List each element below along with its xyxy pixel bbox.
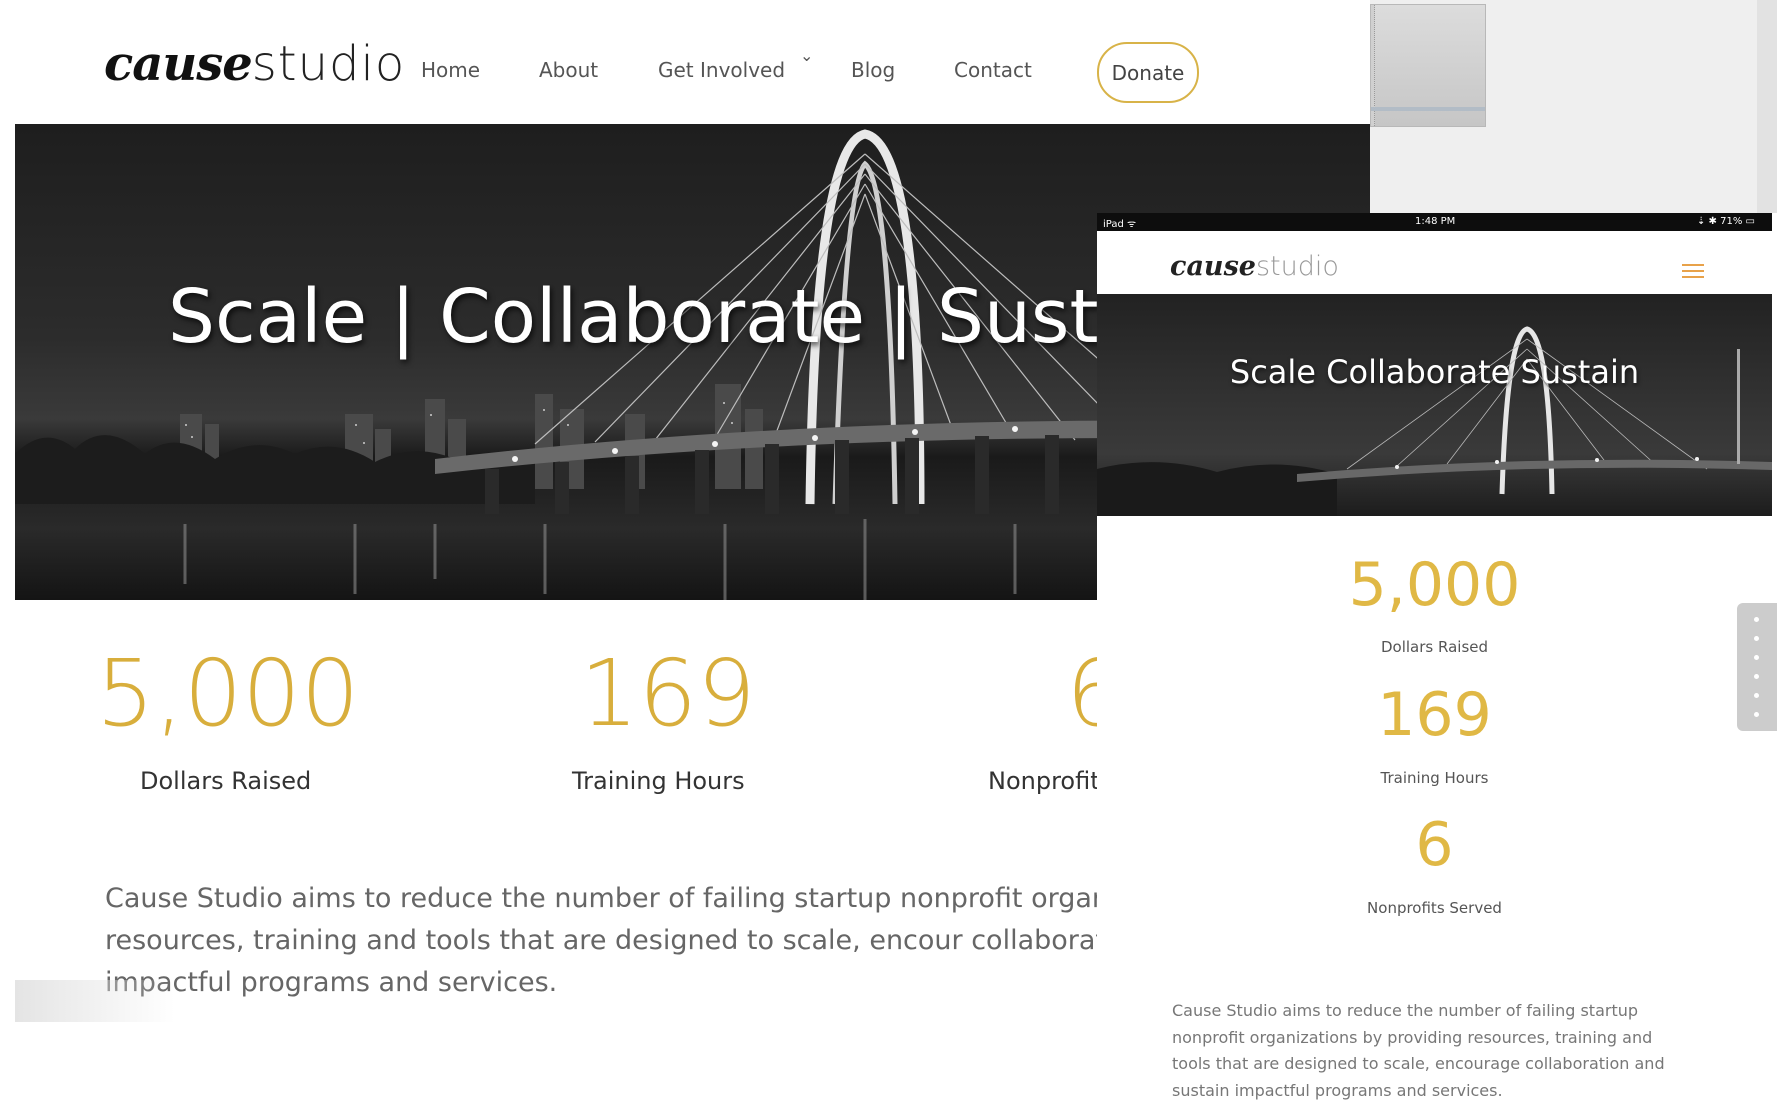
ipad-logo-bold-text: cause: [1170, 251, 1256, 282]
nav-about[interactable]: About: [539, 58, 598, 82]
ipad-hero-banner: Scale Collaborate Sustain: [1097, 294, 1772, 516]
hero-title: Scale | Collaborate | Sustai: [168, 274, 1165, 360]
ios-status-bar: iPad ᯤ 1:48 PM ⇣ ✱ 71% ▭: [1097, 213, 1772, 231]
stat-dollars-value: 5,000: [96, 640, 360, 747]
window-fragment: [1370, 4, 1486, 127]
logo-bold-text: cause: [104, 36, 253, 92]
ipad-stat-hours-label: Training Hours: [1380, 769, 1489, 787]
shadow-fade: [15, 980, 175, 1022]
nav-home[interactable]: Home: [421, 58, 480, 82]
nav-blog[interactable]: Blog: [851, 58, 895, 82]
stat-hours-value: 169: [580, 640, 756, 747]
ipad-stat-dollars-label: Dollars Raised: [1380, 638, 1489, 656]
ipad-bridge-image: [1097, 326, 1772, 516]
nav-contact[interactable]: Contact: [954, 58, 1032, 82]
ipad-stat-dollars-value: 5,000: [1348, 550, 1521, 620]
status-time: 1:48 PM: [1415, 216, 1456, 227]
status-device: iPad ᯤ: [1103, 219, 1137, 230]
chevron-down-icon[interactable]: ⌄: [800, 46, 813, 65]
ipad-header: causestudio: [1097, 231, 1772, 294]
ipad-mission-description: Cause Studio aims to reduce the number o…: [1172, 1001, 1665, 1100]
ipad-stat-nonprofits-label: Nonprofits Served: [1367, 899, 1502, 917]
ipad-hero-title: Scale Collaborate Sustain: [1229, 353, 1640, 391]
stat-dollars-label: Dollars Raised: [140, 767, 312, 795]
hamburger-icon[interactable]: [1682, 264, 1704, 278]
ipad-stat-nonprofits-value: 6: [1415, 810, 1454, 880]
stat-nonprofits-label: Nonprofit: [988, 767, 1100, 795]
section-dots-nav[interactable]: [1737, 603, 1777, 731]
ipad-stat-hours-value: 169: [1377, 680, 1492, 750]
donate-button[interactable]: Donate: [1097, 42, 1199, 103]
logo-light-text: studio: [251, 36, 406, 92]
ipad-logo-light-text: studio: [1255, 251, 1339, 282]
ipad-screenshot: iPad ᯤ 1:48 PM ⇣ ✱ 71% ▭ causestudio Sca…: [1097, 213, 1777, 1100]
ipad-site-logo[interactable]: causestudio: [1170, 251, 1339, 282]
nav-get-involved[interactable]: Get Involved: [658, 58, 785, 82]
status-battery: ⇣ ✱ 71% ▭: [1697, 216, 1755, 227]
site-logo[interactable]: causestudio: [104, 34, 405, 94]
stat-hours-label: Training Hours: [572, 767, 745, 795]
